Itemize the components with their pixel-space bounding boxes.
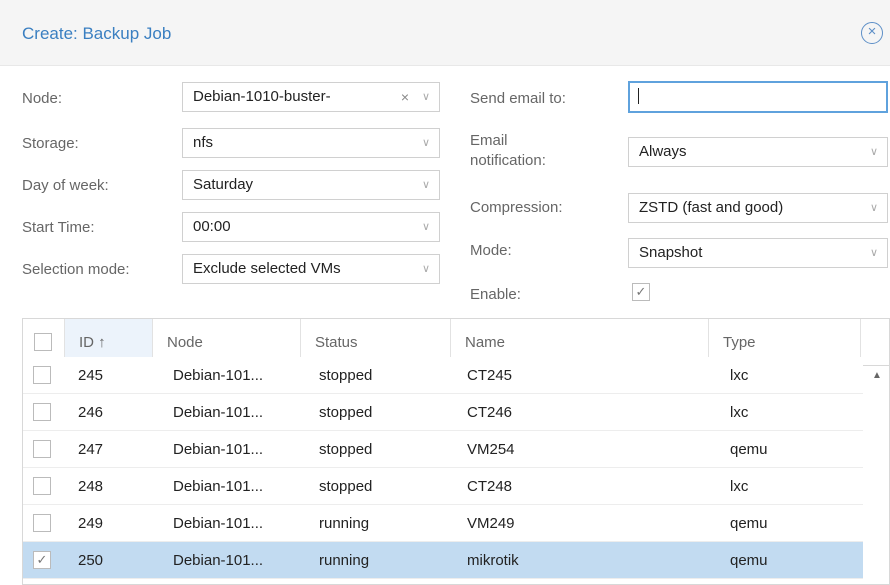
compression-label: Compression: xyxy=(470,199,563,216)
backup-job-form: Node: Debian-1010-buster- × ∨ Storage: n… xyxy=(0,66,890,310)
mode-label: Mode: xyxy=(470,242,512,259)
cell-id: 250 xyxy=(78,552,104,569)
day-of-week-label: Day of week: xyxy=(22,177,109,194)
start-time-value: 00:00 xyxy=(193,218,231,235)
send-email-label: Send email to: xyxy=(470,90,566,107)
chevron-down-icon[interactable]: ∨ xyxy=(413,213,439,241)
table-row[interactable]: 247 Debian-101... stopped VM254 qemu xyxy=(23,431,863,468)
enable-label: Enable: xyxy=(470,286,521,303)
cell-status: stopped xyxy=(319,478,373,495)
start-time-label: Start Time: xyxy=(22,219,95,236)
compression-select[interactable]: ZSTD (fast and good) ∨ xyxy=(628,193,888,223)
start-time-field[interactable]: 00:00 ∨ xyxy=(182,212,440,242)
cell-type: qemu xyxy=(730,552,768,569)
cell-type: lxc xyxy=(730,367,749,384)
grid-scrollbar[interactable]: ▲ xyxy=(865,366,889,584)
row-checkbox[interactable]: ✓ xyxy=(33,551,51,569)
storage-label: Storage: xyxy=(22,135,79,152)
email-notification-select[interactable]: Always ∨ xyxy=(628,137,888,167)
chevron-down-icon[interactable]: ∨ xyxy=(413,129,439,157)
node-select[interactable]: Debian-1010-buster- × ∨ xyxy=(182,82,440,112)
table-row[interactable]: 248 Debian-101... stopped CT248 lxc xyxy=(23,468,863,505)
selection-mode-label: Selection mode: xyxy=(22,261,130,278)
email-notification-label-1: Email xyxy=(470,132,508,149)
table-row[interactable]: 245 Debian-101... stopped CT245 lxc xyxy=(23,357,863,394)
cell-node: Debian-101... xyxy=(173,441,264,458)
vm-grid: ID ↑ Node Status Name Type 245 Debian-101… xyxy=(22,318,890,585)
mode-select[interactable]: Snapshot ∨ xyxy=(628,238,888,268)
email-field[interactable] xyxy=(628,81,888,113)
cell-node: Debian-101... xyxy=(173,552,264,569)
node-label: Node: xyxy=(22,90,63,107)
day-of-week-value: Saturday xyxy=(193,176,254,193)
selection-mode-value: Exclude selected VMs xyxy=(193,260,341,277)
email-notification-label-2: notification: xyxy=(470,152,546,169)
cell-status: running xyxy=(319,515,370,532)
cell-name: CT245 xyxy=(467,367,513,384)
cell-status: stopped xyxy=(319,367,373,384)
row-checkbox[interactable] xyxy=(33,440,51,458)
row-checkbox[interactable] xyxy=(33,514,51,532)
table-row[interactable]: 246 Debian-101... stopped CT246 lxc xyxy=(23,394,863,431)
cell-name: mikrotik xyxy=(467,552,519,569)
text-caret xyxy=(638,88,639,104)
cell-type: qemu xyxy=(730,515,768,532)
dialog-title: Create: Backup Job xyxy=(22,24,172,43)
enable-checkbox[interactable]: ✓ xyxy=(632,283,650,301)
cell-status: stopped xyxy=(319,404,373,421)
cell-id: 248 xyxy=(78,478,104,495)
cell-name: CT246 xyxy=(467,404,513,421)
dialog-titlebar: Create: Backup Job × xyxy=(0,0,890,66)
row-checkbox[interactable] xyxy=(33,366,51,384)
table-row[interactable]: 249 Debian-101... running VM249 qemu xyxy=(23,505,863,542)
cell-name: VM249 xyxy=(467,515,515,532)
clear-icon[interactable]: × xyxy=(401,83,409,111)
compression-value: ZSTD (fast and good) xyxy=(639,199,784,216)
chevron-down-icon[interactable]: ∨ xyxy=(413,83,439,111)
chevron-down-icon[interactable]: ∨ xyxy=(861,194,887,222)
day-of-week-select[interactable]: Saturday ∨ xyxy=(182,170,440,200)
cell-node: Debian-101... xyxy=(173,404,264,421)
cell-type: lxc xyxy=(730,404,749,421)
cell-node: Debian-101... xyxy=(173,515,264,532)
selection-mode-select[interactable]: Exclude selected VMs ∨ xyxy=(182,254,440,284)
row-checkbox[interactable] xyxy=(33,477,51,495)
scroll-up-icon[interactable]: ▲ xyxy=(872,370,882,381)
chevron-down-icon[interactable]: ∨ xyxy=(861,138,887,166)
row-checkbox[interactable] xyxy=(33,403,51,421)
storage-value: nfs xyxy=(193,134,214,151)
cell-status: running xyxy=(319,552,370,569)
storage-select[interactable]: nfs ∨ xyxy=(182,128,440,158)
table-row[interactable]: ✓ 250 Debian-101... running mikrotik qemu xyxy=(23,542,863,579)
cell-id: 247 xyxy=(78,441,104,458)
cell-type: qemu xyxy=(730,441,768,458)
cell-name: CT248 xyxy=(467,478,513,495)
cell-name: VM254 xyxy=(467,441,515,458)
cell-id: 249 xyxy=(78,515,104,532)
chevron-down-icon[interactable]: ∨ xyxy=(413,171,439,199)
close-icon[interactable]: × xyxy=(861,22,883,44)
cell-id: 245 xyxy=(78,367,104,384)
cell-node: Debian-101... xyxy=(173,367,264,384)
cell-node: Debian-101... xyxy=(173,478,264,495)
email-notification-value: Always xyxy=(639,143,687,160)
cell-id: 246 xyxy=(78,404,104,421)
node-value: Debian-1010-buster- xyxy=(193,88,331,105)
chevron-down-icon[interactable]: ∨ xyxy=(861,239,887,267)
mode-value: Snapshot xyxy=(639,244,703,261)
chevron-down-icon[interactable]: ∨ xyxy=(413,255,439,283)
cell-status: stopped xyxy=(319,441,373,458)
select-all-checkbox[interactable] xyxy=(34,333,52,351)
backup-job-dialog: Create: Backup Job × Node: Debian-1010-b… xyxy=(0,0,890,585)
cell-type: lxc xyxy=(730,478,749,495)
